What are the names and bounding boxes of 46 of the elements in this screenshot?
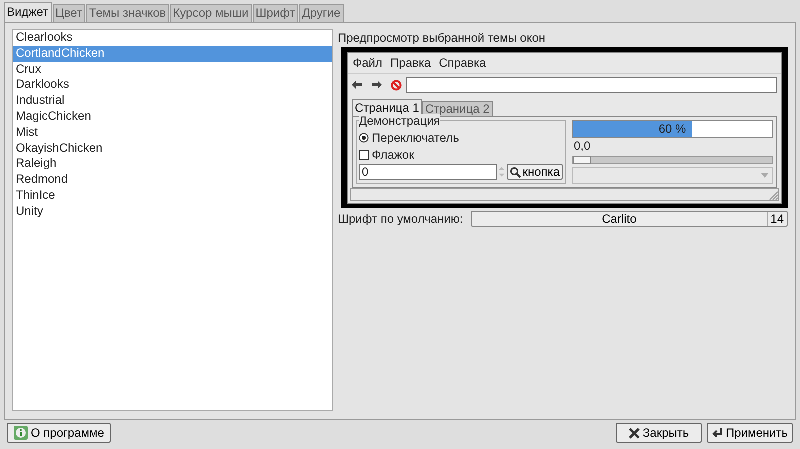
theme-item[interactable]: MagicChicken [13,108,332,125]
theme-item[interactable]: Darklooks [13,77,332,94]
theme-item[interactable]: ThinIce [13,188,332,204]
apply-button[interactable]: Применить [707,423,793,443]
menu-item[interactable]: Файл [353,56,383,70]
preview-title: Предпросмотр выбранной темы окон [338,31,547,47]
close-button[interactable]: Закрыть [616,423,702,443]
about-button[interactable]: О программе [7,423,112,443]
menu-item[interactable]: Справка [439,56,486,70]
return-arrow-icon [712,428,723,438]
radio-label: Переключатель [372,130,460,145]
cross-icon [628,428,640,438]
address-field[interactable] [406,77,777,94]
font-label: Шрифт по умолчанию: [338,212,464,226]
checkbox[interactable] [359,150,369,160]
info-icon [14,426,28,440]
tab[interactable]: Страница 2 [422,101,493,116]
scale-value: 0,0 [573,139,592,154]
tab[interactable]: Виджет [4,2,52,22]
stop-icon[interactable] [391,80,402,91]
slider-thumb[interactable] [573,156,591,164]
tab[interactable]: Темы значков [86,4,170,22]
back-arrow-icon[interactable] [352,81,362,90]
checkbox-label: Флажок [372,148,414,162]
tab[interactable]: Другие [299,4,344,22]
spin-field[interactable]: 0 [359,164,497,180]
search-button[interactable]: кнопка [506,164,563,180]
radio-button[interactable] [359,132,369,143]
theme-item[interactable]: Mist [13,124,332,141]
tab[interactable]: Шрифт [252,4,298,22]
theme-item[interactable]: OkayishChicken [13,140,332,156]
theme-item[interactable]: Industrial [13,93,332,109]
dropdown-arrow-icon [761,173,769,178]
theme-item[interactable]: Crux [13,62,332,78]
tab[interactable]: Цвет [52,4,86,22]
tab[interactable]: Курсор мыши [170,4,252,22]
forward-arrow-icon[interactable] [372,81,382,90]
theme-item[interactable]: Clearlooks [13,30,332,46]
progress-text: 60 % [658,121,688,138]
font-button[interactable]: Carlito 14 [471,211,788,227]
search-icon [510,166,521,178]
menu-item[interactable]: Правка [390,56,432,70]
theme-item[interactable]: Raleigh [13,156,332,172]
theme-item[interactable]: Unity [13,204,332,220]
theme-item[interactable]: Redmond [13,172,332,188]
group-title: Демонстрация [359,114,440,128]
